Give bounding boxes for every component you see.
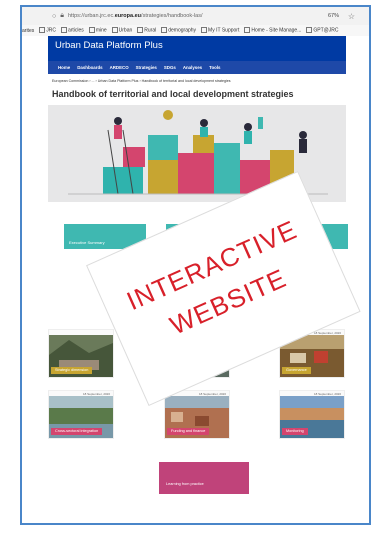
screenshot-frame: ○ 🔒︎ https://urban.jrc.ec.europa.eu/stra… — [20, 5, 371, 525]
tile-label: Cross-sectoral integration — [51, 428, 103, 435]
folder-icon — [306, 27, 313, 34]
site-header: Urban Data Platform Plus — [48, 36, 346, 61]
nav-item-home[interactable]: Home — [58, 65, 70, 70]
folder-icon — [60, 27, 67, 34]
bookmark-label: My IT Support — [208, 27, 240, 34]
bookmark-label: articles — [67, 27, 84, 34]
learning-from-practice-card[interactable]: Learning from practice — [159, 462, 249, 494]
nav-item-analyses[interactable]: Analyses — [183, 65, 202, 70]
card-label: Executive Summary — [69, 240, 105, 245]
nav-item-dashboards[interactable]: Dashboards — [77, 65, 102, 70]
bookmark-item[interactable]: Urban — [111, 27, 133, 34]
bookmark-item[interactable]: demography — [161, 27, 197, 34]
tile-label: Strategic dimension — [51, 367, 93, 374]
bookmark-label: demography — [168, 27, 197, 34]
tile-label: Funding and finance — [167, 428, 210, 435]
shield-icon: ○ — [52, 12, 57, 20]
bookmark-item[interactable]: JRC — [39, 27, 56, 34]
folder-icon — [244, 27, 251, 34]
bookmark-star-icon[interactable]: ☆ — [348, 12, 355, 21]
site-title[interactable]: Urban Data Platform Plus — [55, 40, 163, 51]
lock-icon: 🔒︎ — [60, 12, 64, 19]
site-nav: Home Dashboards ARDECO Strategies SDGs Analys… — [48, 61, 346, 74]
breadcrumb[interactable]: European Commission › ... › Urban Data P… — [52, 79, 231, 83]
nav-item-sdgs[interactable]: SDGs — [164, 65, 176, 70]
bookmark-item[interactable]: arites — [22, 28, 34, 34]
bookmark-label: Home - Site Manage... — [251, 27, 302, 34]
bookmark-item[interactable]: mine — [88, 27, 107, 34]
folder-icon — [161, 27, 168, 34]
bookmark-item[interactable]: GPT@JRC — [306, 27, 339, 34]
folder-icon — [88, 27, 95, 34]
bookmark-label: Rural — [144, 27, 157, 34]
bookmark-label: mine — [95, 27, 107, 34]
folder-icon — [137, 27, 144, 34]
bookmark-item[interactable]: articles — [60, 27, 84, 34]
browser-url-bar[interactable]: ○ 🔒︎ https://urban.jrc.ec.europa.eu/stra… — [22, 7, 369, 25]
tile-label: Monitoring — [282, 428, 308, 435]
bookmark-label: arites — [22, 27, 35, 34]
folder-icon — [111, 27, 118, 34]
url-text[interactable]: https://urban.jrc.ec.europa.eu/strategie… — [68, 13, 203, 19]
bookmark-label: JRC — [46, 27, 56, 34]
bookmark-item[interactable]: Rural — [137, 27, 157, 34]
bookmark-label: GPT@JRC — [313, 27, 339, 34]
tile-monitoring[interactable]: 18 September, 2020 Monitoring — [279, 390, 345, 439]
folder-icon — [39, 27, 46, 34]
nav-item-strategies[interactable]: Strategies — [136, 65, 157, 70]
folder-icon — [201, 27, 208, 34]
bookmarks-bar: arites JRC articles mine Urban Rural demograph… — [22, 25, 369, 36]
bookmark-item[interactable]: Home - Site Manage... — [244, 27, 302, 34]
bookmark-label: Urban — [118, 27, 133, 34]
tile-funding-and-finance[interactable]: 18 September, 2020 Funding and finance — [164, 390, 230, 439]
tile-cross-sectoral-integration[interactable]: 18 September, 2020 Cross-sectoral integr… — [48, 390, 114, 439]
tile-strategic-dimension[interactable]: Strategic dimension — [48, 329, 114, 378]
zoom-level[interactable]: 67% — [328, 13, 339, 19]
bookmark-item[interactable]: My IT Support — [201, 27, 240, 34]
nav-item-tools[interactable]: Tools — [209, 65, 220, 70]
learning-label: Learning from practice — [166, 482, 204, 486]
tile-label: Governance — [282, 367, 311, 374]
page-title: Handbook of territorial and local develo… — [52, 89, 294, 99]
nav-item-ardeco[interactable]: ARDECO — [110, 65, 129, 70]
